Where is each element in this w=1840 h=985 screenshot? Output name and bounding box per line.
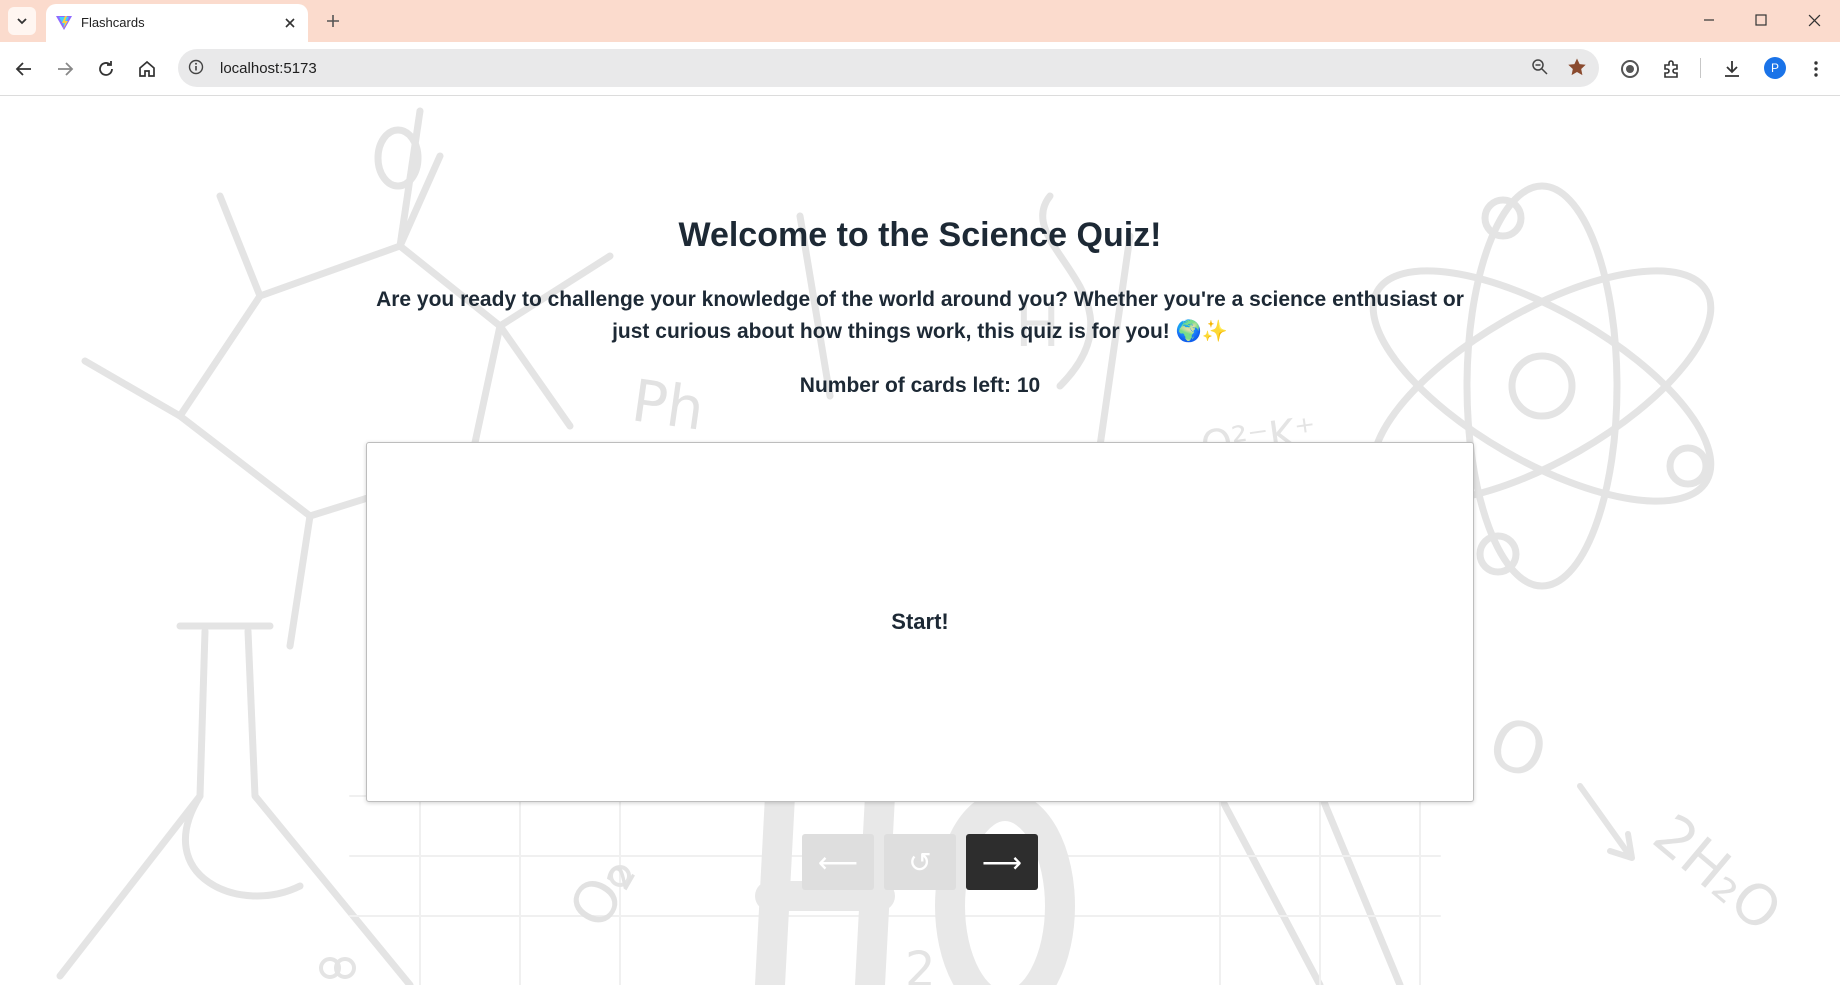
- password-manager-icon: [1621, 60, 1639, 78]
- flip-card-button[interactable]: ↺: [884, 834, 956, 890]
- forward-button[interactable]: [49, 53, 81, 85]
- home-icon: [139, 60, 155, 77]
- close-icon: [1808, 14, 1820, 26]
- next-card-button[interactable]: ⟶: [966, 834, 1038, 890]
- forward-icon: [58, 62, 74, 76]
- chevron-down-icon: [17, 18, 27, 25]
- reload-icon: [99, 61, 113, 76]
- more-icon: [1814, 61, 1818, 77]
- browser-menu-button[interactable]: [1800, 53, 1832, 85]
- reload-button[interactable]: [90, 53, 122, 85]
- tab-search-button[interactable]: [8, 7, 36, 35]
- star-icon: [1568, 58, 1586, 76]
- zoom-button[interactable]: [1531, 58, 1549, 81]
- profile-avatar[interactable]: P: [1764, 57, 1786, 79]
- extensions-icon: [1664, 60, 1678, 78]
- bookmark-button[interactable]: [1567, 57, 1587, 82]
- password-manager-button[interactable]: [1614, 53, 1646, 85]
- tab-strip: Flashcards: [0, 0, 1840, 42]
- url-text: localhost:5173: [220, 60, 317, 77]
- close-tab-button[interactable]: [280, 13, 300, 33]
- close-window-button[interactable]: [1794, 6, 1834, 34]
- cards-left-counter: Number of cards left: 10: [799, 374, 1041, 397]
- previous-card-button[interactable]: ⟵: [802, 834, 874, 890]
- home-button[interactable]: [131, 53, 163, 85]
- active-tab[interactable]: Flashcards: [46, 4, 308, 42]
- toolbar-separator: [1700, 58, 1701, 78]
- browser-toolbar: localhost:5173: [0, 42, 1840, 96]
- downloads-button[interactable]: [1716, 53, 1748, 85]
- site-info-button[interactable]: [188, 59, 204, 80]
- vite-favicon-icon: [56, 16, 72, 30]
- intro-text: Are you ready to challenge your knowledg…: [376, 288, 1464, 343]
- minimize-icon: [1704, 19, 1714, 21]
- quiz-container: Welcome to the Science Quiz! Are you rea…: [0, 96, 1840, 985]
- page-title: Welcome to the Science Quiz!: [678, 216, 1162, 254]
- close-icon: [285, 18, 295, 28]
- download-icon: [1725, 61, 1739, 77]
- tab-title: Flashcards: [81, 15, 145, 30]
- address-bar[interactable]: localhost:5173: [178, 49, 1599, 87]
- maximize-icon: [1755, 14, 1767, 26]
- page-viewport: Ph H 2 O O₂ 2H₂O O²⁻K⁺ Welcome to the Sc…: [0, 96, 1840, 985]
- back-icon: [15, 62, 31, 76]
- info-icon: [188, 59, 204, 75]
- maximize-button[interactable]: [1741, 6, 1781, 34]
- minimize-button[interactable]: [1689, 6, 1729, 34]
- new-tab-button[interactable]: [320, 8, 346, 34]
- zoom-icon: [1532, 59, 1548, 75]
- flashcard-text: Start!: [891, 609, 949, 634]
- back-button[interactable]: [8, 53, 40, 85]
- flashcard[interactable]: Start!: [366, 442, 1474, 802]
- extensions-button[interactable]: [1656, 53, 1688, 85]
- plus-icon: [327, 15, 339, 27]
